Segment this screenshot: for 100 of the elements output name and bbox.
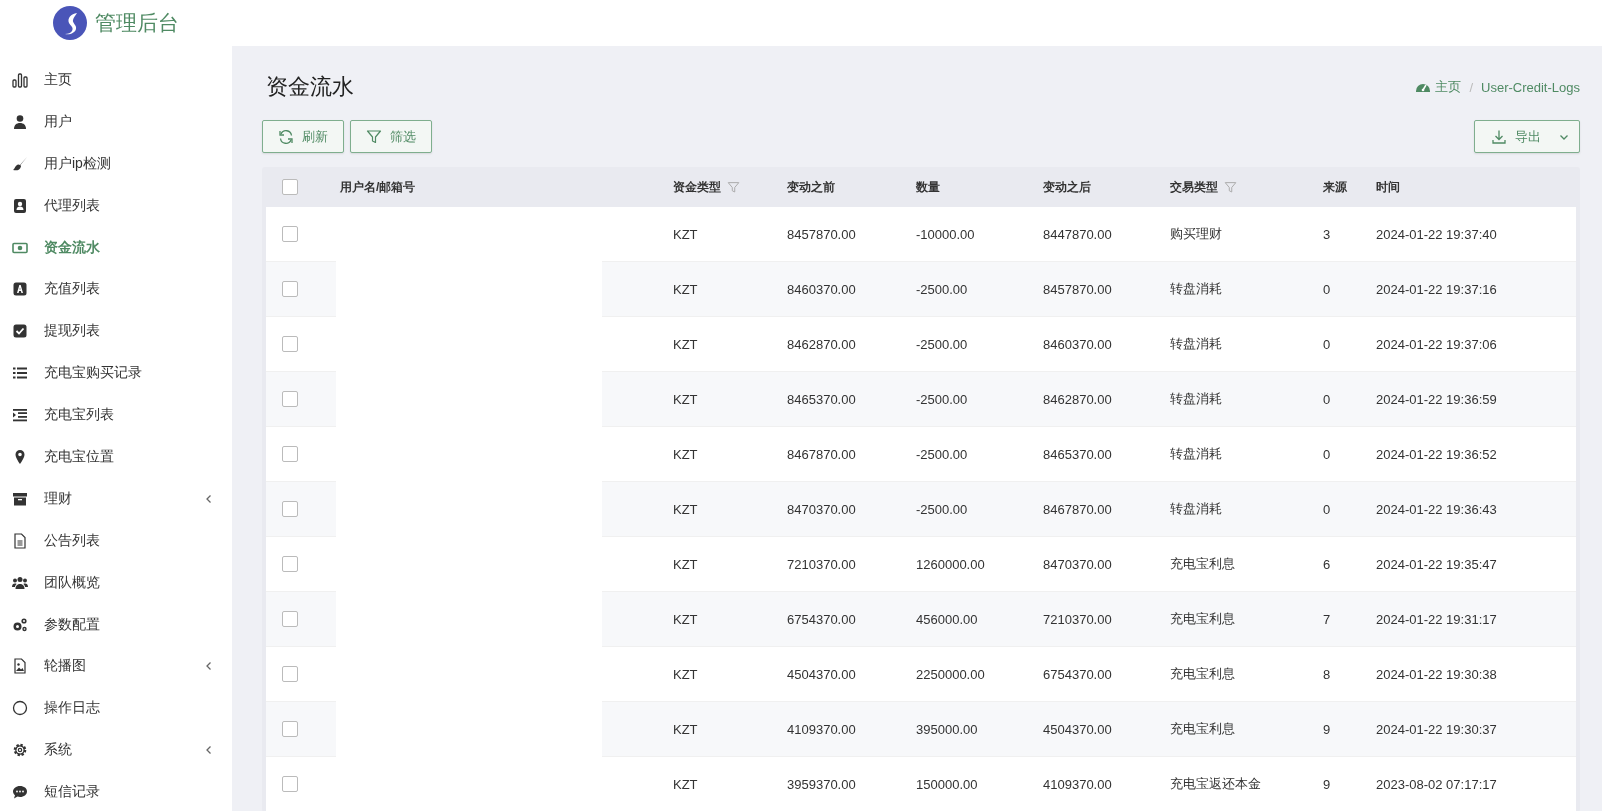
chevron-icon xyxy=(204,745,214,756)
sidebar-item[interactable]: 短信记录 xyxy=(0,771,232,811)
table-cell: 2024-01-22 19:36:43 xyxy=(1376,501,1497,517)
sidebar-item[interactable]: 用户 xyxy=(0,100,232,143)
table-cell: 6 xyxy=(1323,556,1331,572)
user-icon xyxy=(12,113,28,130)
table-cell: KZT xyxy=(673,611,698,627)
column-header: 交易类型 xyxy=(1170,178,1218,196)
gears-icon xyxy=(12,616,28,633)
table-cell: 8457870.00 xyxy=(1043,281,1112,297)
column-header: 数量 xyxy=(916,178,940,196)
table-cell: 4109370.00 xyxy=(787,721,856,737)
table-cell: KZT xyxy=(673,666,698,682)
table-cell: 8467870.00 xyxy=(1043,501,1112,517)
table-cell: -2500.00 xyxy=(916,446,968,462)
table-cell: KZT xyxy=(673,336,698,352)
refresh-icon xyxy=(278,128,294,145)
sidebar-item[interactable]: 提现列表 xyxy=(0,310,232,353)
table-cell: 4504370.00 xyxy=(787,666,856,682)
table-cell: 8460370.00 xyxy=(1043,336,1112,352)
sidebar-item[interactable]: 充电宝购买记录 xyxy=(0,352,232,395)
filter-icon[interactable] xyxy=(727,180,740,194)
sidebar-item[interactable]: 充电宝位置 xyxy=(0,436,232,478)
table-cell: -2500.00 xyxy=(916,281,968,297)
refresh-button[interactable]: 刷新 xyxy=(262,120,344,153)
checkbox[interactable] xyxy=(282,776,298,792)
filter-icon[interactable] xyxy=(1224,180,1237,194)
table-cell: 4109370.00 xyxy=(1043,776,1112,792)
sidebar-item[interactable]: 充值列表 xyxy=(0,268,232,311)
table-cell: 7210370.00 xyxy=(787,556,856,572)
archive-box-icon xyxy=(12,490,28,507)
table-cell: 充电宝利息 xyxy=(1170,556,1235,571)
checkbox[interactable] xyxy=(282,721,298,737)
table-cell: -10000.00 xyxy=(916,226,975,242)
table-cell: 4504370.00 xyxy=(1043,721,1112,737)
table-cell: 2024-01-22 19:31:17 xyxy=(1376,611,1497,627)
chevron-icon xyxy=(204,493,214,504)
users-icon xyxy=(12,574,28,591)
sidebar-item[interactable]: 主页 xyxy=(0,59,232,101)
table-cell: 3 xyxy=(1323,226,1331,242)
table-cell: 8465370.00 xyxy=(1043,446,1112,462)
checkbox[interactable] xyxy=(282,336,298,352)
table-cell: 0 xyxy=(1323,336,1331,352)
checkbox[interactable] xyxy=(282,611,298,627)
table-cell: 2024-01-22 19:37:06 xyxy=(1376,336,1497,352)
sidebar-item[interactable]: 团队概览 xyxy=(0,561,232,604)
table-cell: 2024-01-22 19:36:52 xyxy=(1376,446,1497,462)
export-button[interactable]: 导出 xyxy=(1474,120,1580,153)
table-cell: 转盘消耗 xyxy=(1170,446,1222,461)
checkbox[interactable] xyxy=(282,446,298,462)
table-cell: 395000.00 xyxy=(916,721,978,737)
checkbox[interactable] xyxy=(282,226,298,242)
table-cell: 2024-01-22 19:30:37 xyxy=(1376,721,1497,737)
sidebar-item[interactable]: 公告列表 xyxy=(0,519,232,562)
breadcrumb-link[interactable]: User-Credit-Logs xyxy=(1481,79,1580,95)
table-cell: 8470370.00 xyxy=(1043,556,1112,572)
table-cell: KZT xyxy=(673,721,698,737)
table-cell: 456000.00 xyxy=(916,611,978,627)
breadcrumb-link[interactable]: 主页 xyxy=(1435,78,1462,96)
table-cell: 8465370.00 xyxy=(787,391,856,407)
sidebar-item[interactable]: 理财 xyxy=(0,477,232,520)
table-cell: 8462870.00 xyxy=(1043,391,1112,407)
sidebar-item[interactable]: 参数配置 xyxy=(0,603,232,646)
checkbox[interactable] xyxy=(282,501,298,517)
table-cell: KZT xyxy=(673,281,698,297)
table-cell: KZT xyxy=(673,226,698,242)
sidebar-item[interactable]: 资金流水 xyxy=(0,226,232,269)
table-cell: 0 xyxy=(1323,446,1331,462)
table-cell: KZT xyxy=(673,501,698,517)
table-cell: 0 xyxy=(1323,391,1331,407)
checkbox[interactable] xyxy=(282,666,298,682)
page-title: 资金流水 xyxy=(266,73,354,101)
table-cell: 8470370.00 xyxy=(787,501,856,517)
table-cell: -2500.00 xyxy=(916,501,968,517)
table-cell: 9 xyxy=(1323,776,1331,792)
table-cell: 9 xyxy=(1323,721,1331,737)
table-cell: 2024-01-22 19:35:47 xyxy=(1376,556,1497,572)
table-cell: 0 xyxy=(1323,501,1331,517)
checkbox[interactable] xyxy=(282,391,298,407)
sidebar-item[interactable]: 用户ip检测 xyxy=(0,142,232,185)
table-cell: KZT xyxy=(673,776,698,792)
sidebar-item[interactable]: 充电宝列表 xyxy=(0,394,232,436)
checkbox[interactable] xyxy=(282,179,298,195)
table-cell: KZT xyxy=(673,391,698,407)
sidebar-item[interactable]: 操作日志 xyxy=(0,687,232,730)
table-cell: 2250000.00 xyxy=(916,666,985,682)
app-title: 管理后台 xyxy=(95,10,179,36)
table-cell: 转盘消耗 xyxy=(1170,336,1222,351)
sidebar-item[interactable]: 系统 xyxy=(0,729,232,772)
document-icon xyxy=(12,532,28,549)
checkbox[interactable] xyxy=(282,281,298,297)
contact-card-icon xyxy=(12,197,28,214)
table-cell: 6754370.00 xyxy=(787,611,856,627)
checkbox[interactable] xyxy=(282,556,298,572)
table-cell: 1260000.00 xyxy=(916,556,985,572)
table-cell: 充电宝利息 xyxy=(1170,721,1235,736)
sidebar-item[interactable]: 代理列表 xyxy=(0,184,232,227)
sidebar-item[interactable]: 轮播图 xyxy=(0,645,232,688)
filter-button[interactable]: 筛选 xyxy=(350,120,432,153)
bar-chart-icon xyxy=(12,71,28,88)
